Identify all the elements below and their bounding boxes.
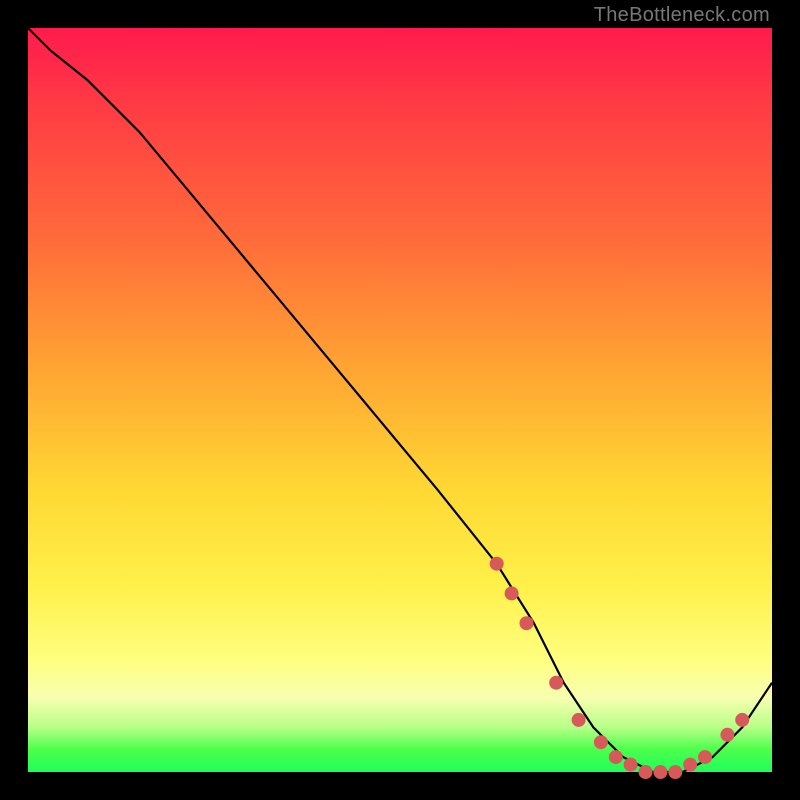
curve-marker [668, 765, 682, 779]
curve-marker [490, 557, 504, 571]
curve-marker [549, 676, 563, 690]
chart-frame: TheBottleneck.com [0, 0, 800, 800]
bottleneck-curve [28, 28, 772, 772]
curve-marker [609, 750, 623, 764]
curve-svg [28, 28, 772, 772]
curve-marker [520, 616, 534, 630]
curve-marker [683, 758, 697, 772]
curve-marker [653, 765, 667, 779]
curve-marker [698, 750, 712, 764]
curve-markers [490, 557, 750, 779]
curve-marker [639, 765, 653, 779]
curve-marker [572, 713, 586, 727]
curve-marker [735, 713, 749, 727]
watermark-text: TheBottleneck.com [594, 4, 770, 27]
curve-marker [624, 758, 638, 772]
plot-area [28, 28, 772, 772]
curve-marker [594, 735, 608, 749]
curve-marker [505, 586, 519, 600]
curve-marker [720, 728, 734, 742]
